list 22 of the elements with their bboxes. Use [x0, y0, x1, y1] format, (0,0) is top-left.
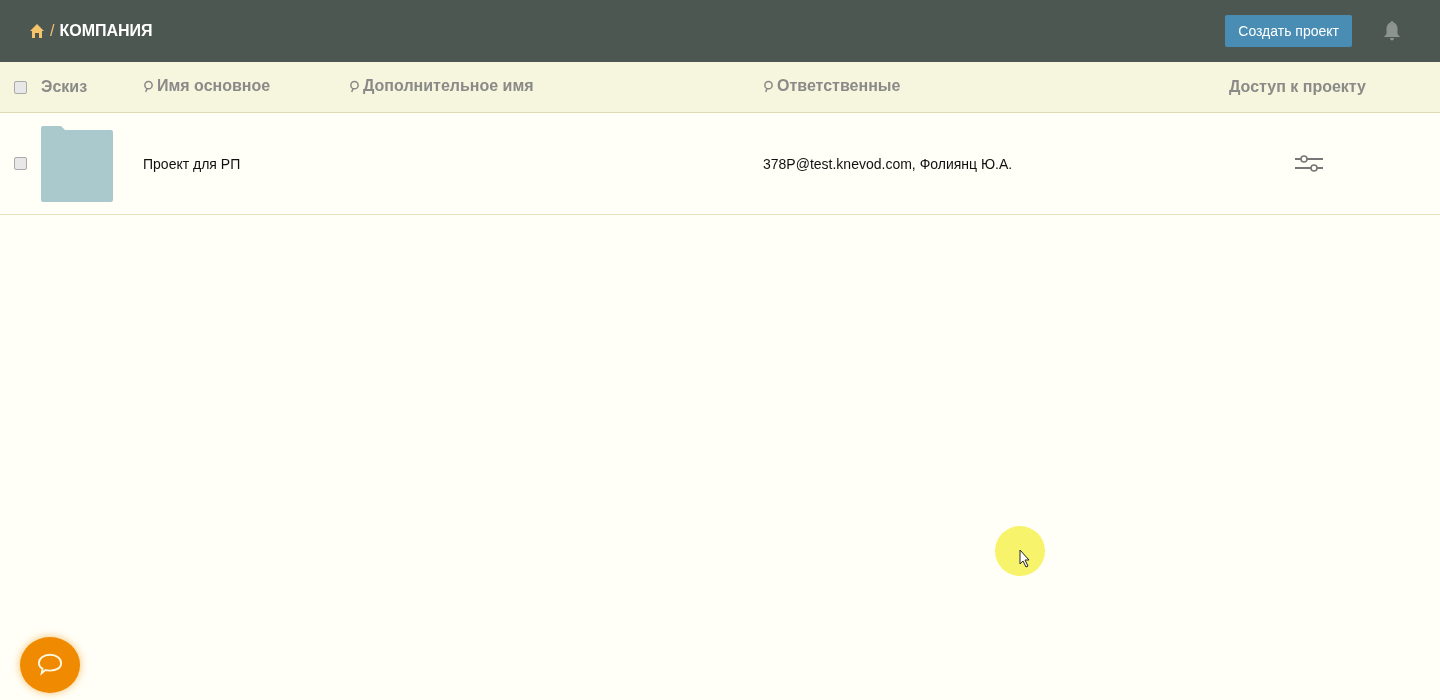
- search-icon[interactable]: [763, 79, 774, 93]
- bell-icon[interactable]: [1382, 20, 1402, 42]
- speech-bubble-icon: [36, 652, 64, 678]
- column-header[interactable]: Имя основное: [157, 77, 271, 96]
- breadcrumb-current: КОМПАНИЯ: [59, 22, 153, 40]
- column-header[interactable]: Ответственные: [777, 77, 901, 96]
- breadcrumb-separator: /: [50, 22, 55, 40]
- row-checkbox[interactable]: [14, 157, 27, 170]
- column-header[interactable]: Дополнительное имя: [363, 77, 534, 96]
- create-project-button[interactable]: Создать проект: [1225, 15, 1352, 47]
- folder-icon: [41, 125, 113, 202]
- search-icon[interactable]: [143, 79, 154, 93]
- select-all-checkbox[interactable]: [14, 80, 27, 94]
- chat-button[interactable]: [20, 637, 80, 693]
- project-name[interactable]: Проект для РП: [143, 155, 241, 172]
- column-header[interactable]: Эскиз: [41, 78, 88, 96]
- column-header[interactable]: Доступ к проекту: [1229, 78, 1366, 96]
- search-icon[interactable]: [349, 79, 360, 93]
- home-icon[interactable]: [29, 23, 45, 39]
- responsible-cell: 378P@test.knevod.com, Фолиянц Ю.А.: [763, 155, 1013, 172]
- settings-icon[interactable]: [1294, 154, 1324, 173]
- cursor-highlight-icon: [995, 526, 1045, 576]
